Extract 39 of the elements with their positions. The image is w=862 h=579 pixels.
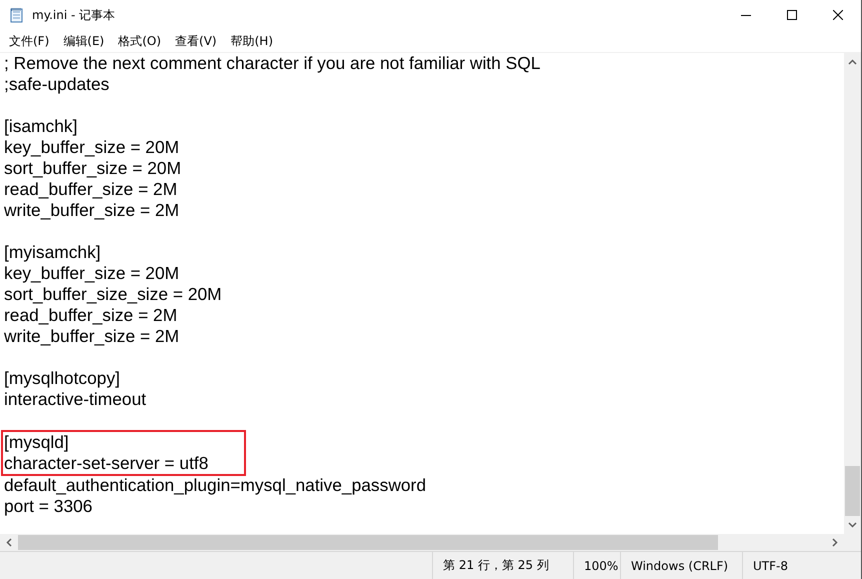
vertical-scrollbar[interactable] [844,53,861,534]
code-line: write_buffer_size = 2M [4,326,180,346]
code-line: read_buffer_size = 2M [4,305,178,325]
code-line: interactive-timeout [4,389,146,409]
code-line: ;safe-updates [4,74,110,94]
cursor-position: 第 21 行，第 25 列 [443,557,549,574]
code-line: ; Remove the next comment character if you are not familiar with SQL [4,53,540,73]
scrollbar-thumb[interactable] [845,466,860,516]
maximize-icon [787,10,797,20]
scroll-up-icon[interactable] [848,59,857,65]
menu-item[interactable]: 格式(O) [111,31,168,51]
code-line: write_buffer_size = 2M [4,200,180,220]
code-line: default_authentication_plugin=mysql_native_password [4,475,426,495]
code-line: [mysqld] [4,432,69,452]
code-line: port = 3306 [4,496,92,516]
code-line: character-set-server = utf8 [4,453,208,473]
scrollbar-thumb[interactable] [18,535,718,550]
horizontal-scrollbar[interactable] [0,534,844,551]
menu-item[interactable]: 编辑(E) [56,31,112,51]
scroll-right-icon[interactable] [832,538,838,547]
code-line: [myisamchk] [4,242,101,262]
code-line: sort_buffer_size_size = 20M [4,284,222,304]
notepad-icon [9,7,25,23]
code-line: [isamchk] [4,116,78,136]
window-title: my.ini - 记事本 [32,6,116,24]
encoding: UTF-8 [753,558,788,572]
scroll-down-icon[interactable] [848,522,857,528]
code-line: read_buffer_size = 2M [4,179,178,199]
code-line: [mysqlhotcopy] [4,368,120,388]
scroll-left-icon[interactable] [6,538,12,547]
menu-item[interactable]: 文件(F) [2,31,56,51]
line-ending: Windows (CRLF) [631,558,728,572]
zoom-level: 100% [584,558,618,572]
menu-item[interactable]: 查看(V) [168,31,224,51]
code-line: sort_buffer_size = 20M [4,158,182,178]
menu-item[interactable]: 帮助(H) [224,31,280,51]
code-line: key_buffer_size = 20M [4,137,180,157]
close-icon [833,10,843,20]
code-line: key_buffer_size = 20M [4,263,180,283]
